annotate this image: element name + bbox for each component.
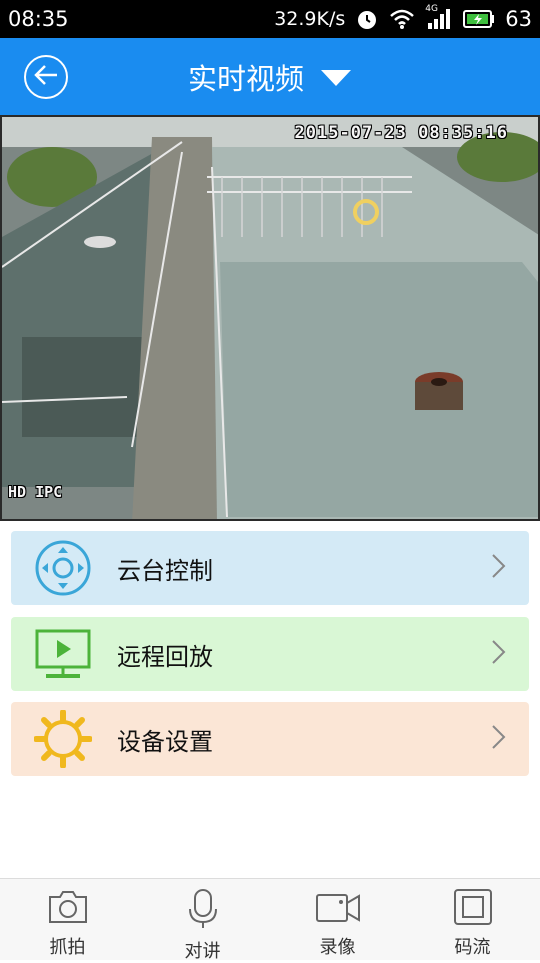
back-arrow-icon (33, 64, 59, 90)
video-label: HD IPC (8, 483, 63, 501)
live-video-view[interactable]: 2015-07-23 08:35:16 HD IPC (0, 115, 540, 521)
video-timestamp: 2015-07-23 08:35:16 (294, 123, 508, 143)
chevron-right-icon (491, 553, 507, 583)
camera-icon (47, 889, 89, 929)
status-time: 08:35 (8, 7, 69, 31)
alarm-icon (355, 7, 379, 31)
menu-item-label: 设备设置 (117, 727, 213, 756)
menu-item-ptz-control[interactable]: 云台控制 (11, 531, 529, 605)
signal-icon: 4G (425, 4, 453, 31)
tab-stream[interactable]: 码流 (405, 879, 540, 960)
wifi-icon (389, 8, 415, 30)
tab-record[interactable]: 录像 (270, 879, 405, 960)
status-bar: 08:35 32.9K/s 4G 63 (0, 0, 540, 38)
ptz-control-icon (33, 538, 93, 598)
battery-icon (463, 9, 495, 29)
chevron-right-icon (491, 724, 507, 754)
video-camera-icon (315, 889, 361, 929)
playback-monitor-icon (33, 624, 93, 684)
tab-label: 抓拍 (49, 937, 86, 958)
battery-level: 63 (505, 7, 532, 31)
net-speed: 32.9K/s (274, 8, 346, 30)
status-right-group: 32.9K/s 4G 63 (274, 4, 532, 31)
menu-item-label: 远程回放 (117, 642, 213, 671)
network-type: 4G (425, 4, 438, 14)
gear-icon (33, 709, 93, 769)
back-button[interactable] (24, 55, 68, 99)
menu-item-device-settings[interactable]: 设备设置 (11, 702, 529, 776)
page-title: 实时视频 (187, 61, 304, 96)
bottom-toolbar: 抓拍 对讲 录像 码流 (0, 878, 540, 962)
video-frame-image (2, 117, 538, 519)
tab-label: 录像 (319, 937, 356, 958)
chevron-right-icon (491, 639, 507, 669)
menu-item-label: 云台控制 (117, 556, 213, 585)
title-dropdown[interactable]: 实时视频 (188, 56, 352, 98)
tab-label: 对讲 (184, 941, 221, 962)
app-bar: 实时视频 (0, 38, 540, 115)
tab-snapshot[interactable]: 抓拍 (0, 879, 135, 960)
tab-label: 码流 (454, 937, 491, 958)
microphone-icon (182, 889, 224, 933)
tab-intercom[interactable]: 对讲 (135, 879, 270, 962)
triangle-down-icon (320, 60, 352, 94)
stream-square-icon (453, 889, 493, 929)
menu-item-remote-playback[interactable]: 远程回放 (11, 617, 529, 691)
